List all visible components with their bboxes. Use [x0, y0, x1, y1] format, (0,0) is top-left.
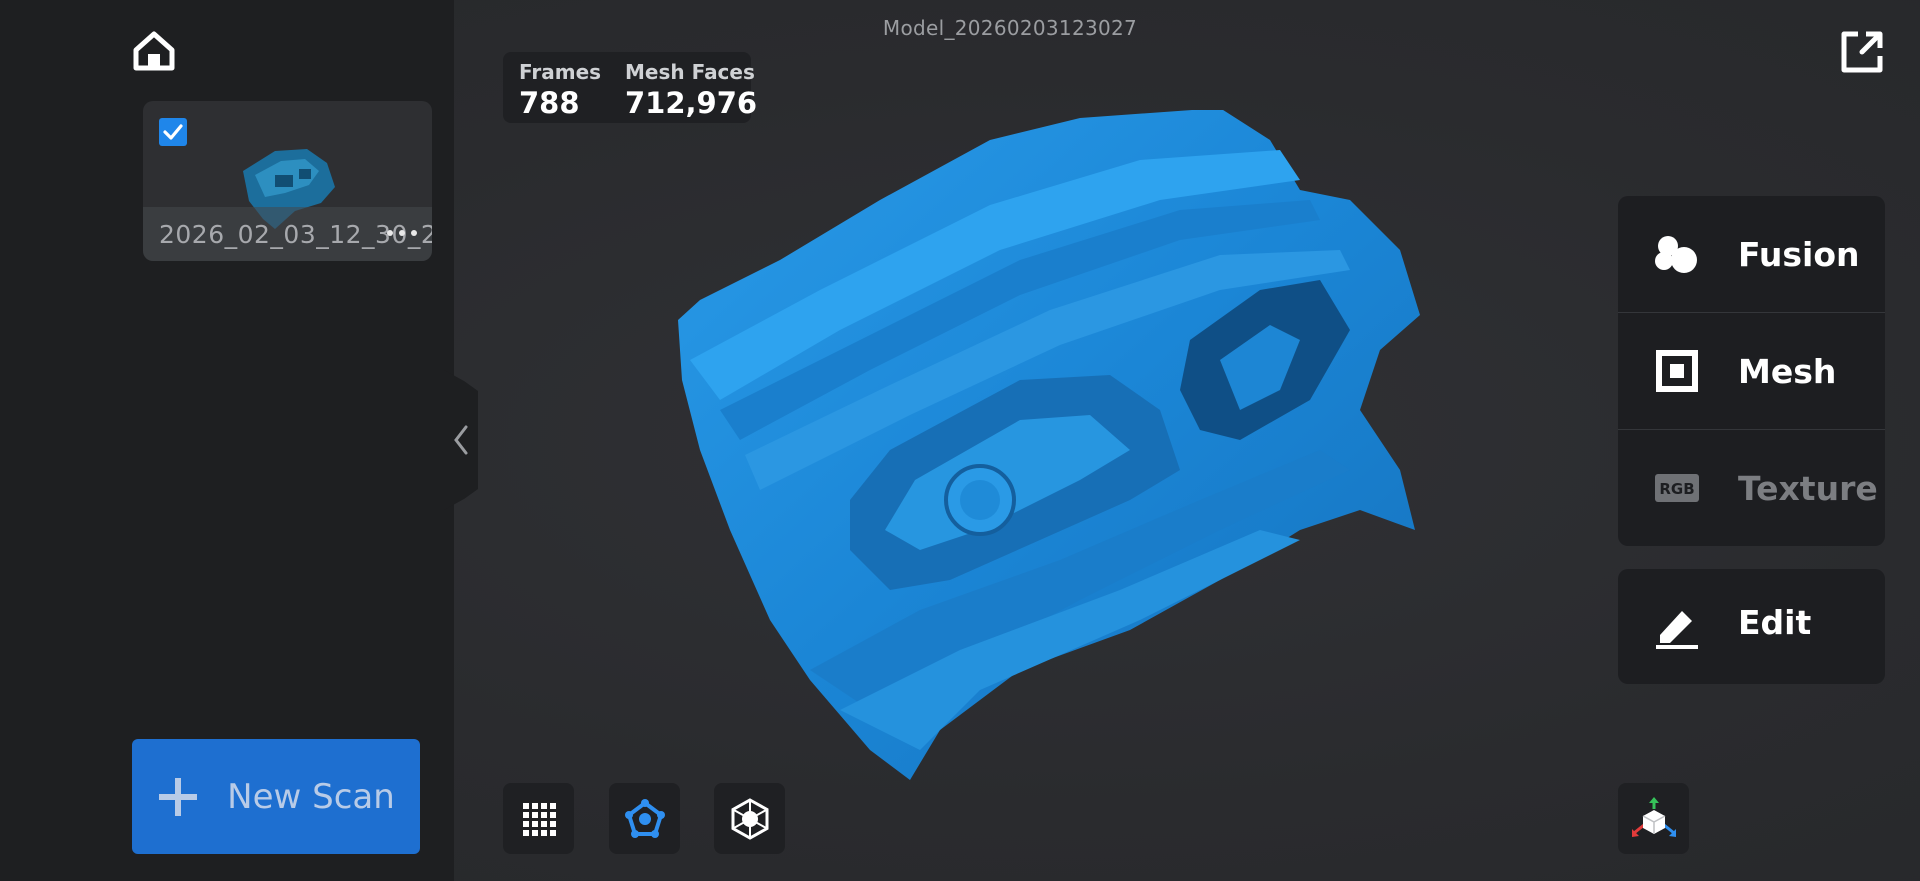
frames-value: 788	[519, 86, 580, 120]
scan-checkbox[interactable]	[159, 118, 187, 146]
plus-icon	[159, 777, 198, 816]
grid-view-button[interactable]	[503, 783, 574, 854]
mesh-view-button[interactable]	[714, 783, 785, 854]
rgb-icon-text: RGB	[1659, 480, 1694, 498]
edit-pencil-icon	[1654, 603, 1700, 649]
more-options-icon[interactable]	[382, 227, 422, 239]
processing-panel: Fusion Mesh RGB Texture	[1618, 196, 1885, 546]
chevron-left-icon	[454, 425, 468, 455]
new-scan-button[interactable]: New Scan	[132, 739, 420, 854]
home-icon	[133, 31, 175, 71]
mesh-icon	[1654, 348, 1700, 394]
app-window: 2026_02_03_12_30_27 New Scan Model_20260…	[0, 0, 1920, 881]
scan-card[interactable]: 2026_02_03_12_30_27	[143, 101, 432, 261]
edit-label: Edit	[1738, 603, 1812, 642]
frames-stat: Frames 788	[519, 60, 601, 120]
texture-label: Texture	[1738, 468, 1878, 508]
export-button[interactable]	[1838, 28, 1886, 76]
checkmark-icon	[163, 124, 183, 140]
new-scan-label: New Scan	[227, 776, 395, 817]
axis-cube-icon	[1631, 796, 1676, 837]
edit-button[interactable]: Edit	[1618, 569, 1885, 684]
sidebar: 2026_02_03_12_30_27 New Scan	[0, 0, 454, 881]
mesh-label: Mesh	[1738, 351, 1837, 391]
fusion-button[interactable]: Fusion	[1618, 196, 1885, 312]
grid-icon	[522, 802, 556, 836]
export-icon	[1841, 31, 1883, 73]
scanned-3d-model[interactable]	[660, 110, 1430, 790]
mesh-faces-label: Mesh Faces	[625, 60, 755, 84]
texture-button[interactable]: RGB Texture	[1618, 430, 1885, 546]
view-orientation-button[interactable]	[1618, 783, 1689, 854]
frames-label: Frames	[519, 60, 602, 84]
home-button[interactable]	[130, 28, 178, 74]
mesh-button[interactable]: Mesh	[1618, 313, 1885, 429]
model-title: Model_20260203123027	[882, 16, 1138, 40]
rgb-icon: RGB	[1654, 465, 1700, 511]
fusion-icon	[1654, 231, 1700, 277]
point-cloud-view-button[interactable]	[609, 783, 680, 854]
sidebar-collapse-tab[interactable]	[444, 370, 478, 510]
mesh-view-icon	[731, 797, 768, 840]
fusion-label: Fusion	[1738, 234, 1860, 274]
point-cloud-icon	[624, 798, 665, 838]
